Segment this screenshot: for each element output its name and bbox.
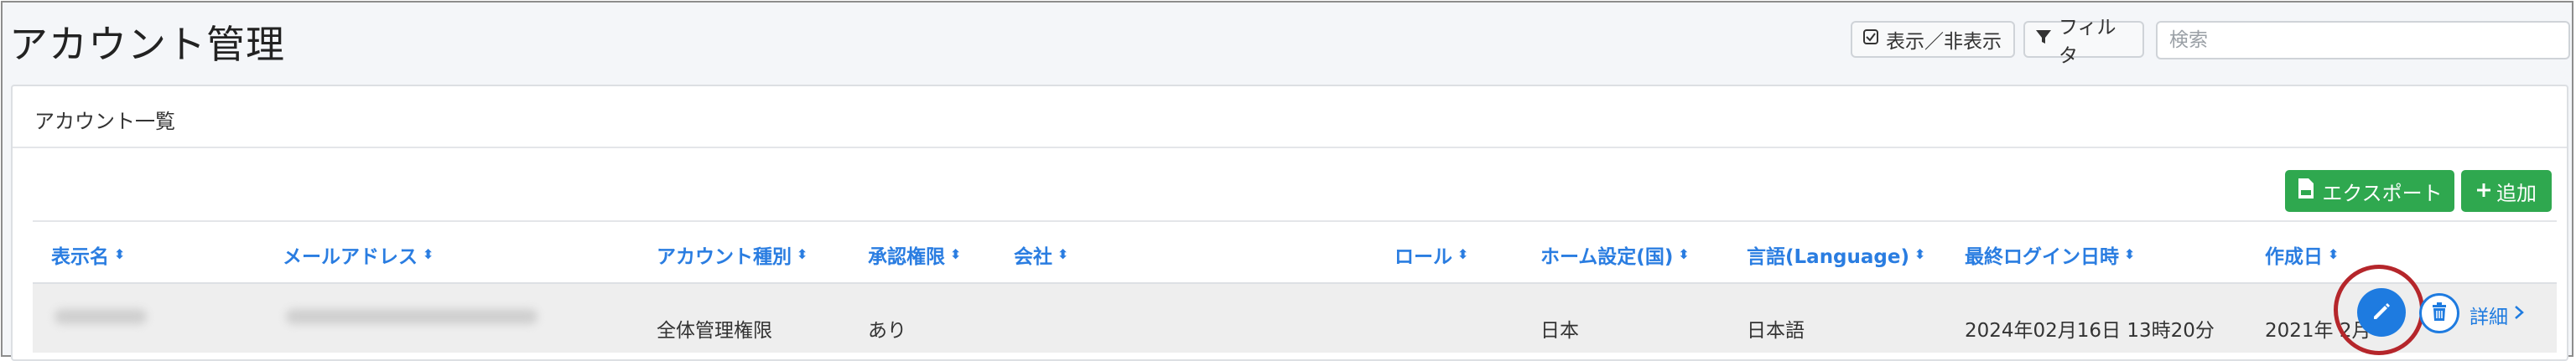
sort-icon: ⬍ — [950, 246, 962, 262]
trash-icon — [2430, 302, 2449, 325]
cell-home-country: 日本 — [1540, 320, 1579, 342]
column-header-created[interactable]: 作成日 ⬍ — [2265, 240, 2339, 269]
sort-icon: ⬍ — [797, 246, 808, 262]
toggle-columns-button[interactable]: 表示／非表示 — [1851, 21, 2015, 58]
sort-icon: ⬍ — [423, 246, 434, 262]
sort-icon: ⬍ — [1057, 246, 1069, 262]
column-header-last-login[interactable]: 最終ログイン日時 ⬍ — [1965, 240, 2135, 269]
card-title: アカウント一覧 — [34, 110, 175, 133]
column-header-language[interactable]: 言語(Language) ⬍ — [1747, 240, 1925, 269]
detail-link[interactable]: 詳細 — [2470, 301, 2525, 329]
column-header-role[interactable]: ロール ⬍ — [1394, 240, 1468, 269]
column-header-account-type[interactable]: アカウント種別 ⬍ — [657, 240, 808, 269]
column-header-display-name[interactable]: 表示名 ⬍ — [51, 240, 125, 269]
filter-button[interactable]: フィルタ — [2023, 17, 2144, 67]
search-input[interactable] — [2156, 21, 2570, 59]
cell-approval: あり — [868, 320, 906, 342]
redacted-display-name — [55, 309, 147, 324]
cell-language: 日本語 — [1747, 320, 1805, 342]
checkbox-icon — [1862, 28, 1879, 50]
sort-icon: ⬍ — [1457, 246, 1469, 262]
chevron-right-icon — [2513, 304, 2525, 326]
app-frame: アカウント管理 表示／非表示 フィルタ アカウント一覧 エクスポート 追加 — [1, 1, 2573, 361]
export-button[interactable]: エクスポート — [2285, 170, 2454, 212]
page-title: アカウント管理 — [9, 22, 285, 67]
column-header-company[interactable]: 会社 ⬍ — [1014, 240, 1068, 269]
sort-icon: ⬍ — [1914, 246, 1926, 262]
sort-icon: ⬍ — [2328, 246, 2340, 262]
cell-account-type: 全体管理権限 — [657, 320, 772, 342]
column-header-home-country[interactable]: ホーム設定(国) ⬍ — [1540, 240, 1690, 269]
toggle-columns-label: 表示／非表示 — [1886, 31, 2002, 53]
sort-icon: ⬍ — [2124, 246, 2136, 262]
account-list-card: アカウント一覧 エクスポート 追加 表示名 ⬍ メールアドレス ⬍ アカウント種別 ⬍… — [11, 85, 2568, 361]
table-top-divider — [33, 220, 2557, 222]
export-label: エクスポート — [2322, 181, 2443, 205]
detail-label: 詳細 — [2470, 307, 2508, 328]
column-header-email[interactable]: メールアドレス ⬍ — [283, 240, 434, 269]
file-export-icon — [2297, 178, 2315, 204]
card-divider — [13, 147, 2567, 148]
sort-icon: ⬍ — [114, 246, 126, 262]
redacted-email — [286, 309, 538, 324]
cell-last-login: 2024年02月16日 13時20分 — [1965, 320, 2215, 342]
filter-label: フィルタ — [2059, 17, 2116, 67]
add-label: 追加 — [2496, 181, 2537, 205]
plus-icon — [2476, 179, 2491, 203]
add-button[interactable]: 追加 — [2461, 170, 2552, 212]
sort-icon: ⬍ — [1678, 246, 1690, 262]
column-header-approval[interactable]: 承認権限 ⬍ — [868, 240, 961, 269]
highlight-ring — [2334, 265, 2424, 355]
delete-button[interactable] — [2419, 293, 2459, 333]
filter-icon — [2035, 28, 2052, 50]
